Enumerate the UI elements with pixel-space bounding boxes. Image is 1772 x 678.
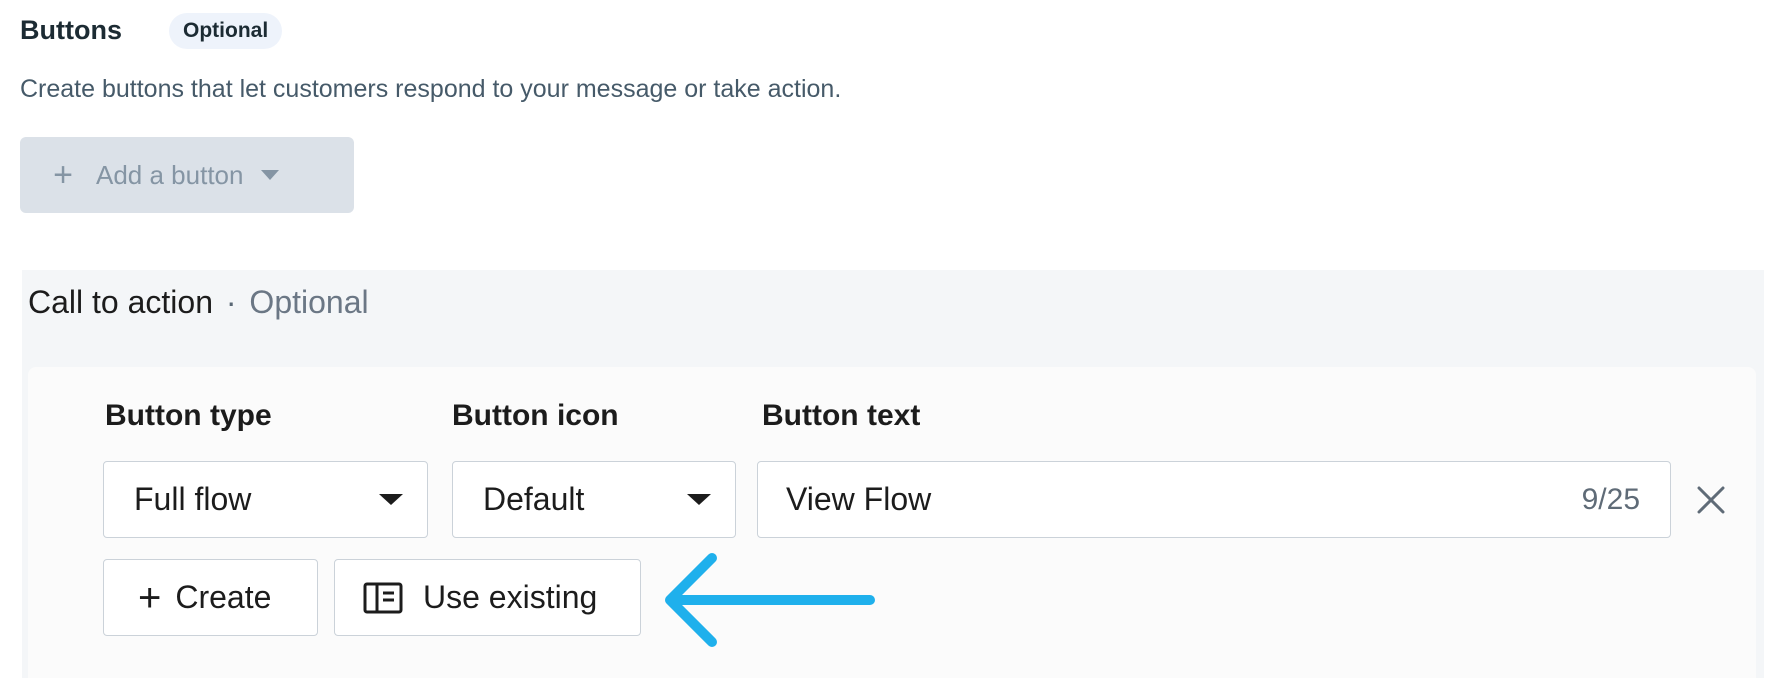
button-icon-select[interactable]: Default (452, 461, 736, 538)
use-existing-label: Use existing (423, 579, 598, 615)
button-icon-value: Default (483, 481, 585, 517)
create-flow-button[interactable]: + Create (103, 559, 318, 636)
close-icon[interactable] (1694, 483, 1728, 517)
caret-down-icon (687, 494, 711, 505)
section-title: Buttons (20, 15, 122, 45)
caret-down-icon (379, 494, 403, 505)
cta-title: Call to action (28, 284, 213, 320)
button-type-value: Full flow (134, 481, 252, 517)
button-text-label: Button text (762, 399, 921, 432)
plus-icon: + (53, 156, 73, 194)
use-existing-flow-button[interactable]: Use existing (334, 559, 641, 636)
arrow-left-icon (660, 548, 875, 653)
button-type-select[interactable]: Full flow (103, 461, 428, 538)
create-label: Create (175, 579, 272, 615)
plus-icon: + (138, 575, 162, 620)
call-to-action-heading: Call to action · Optional (28, 280, 369, 324)
character-counter: 9/25 (1581, 482, 1640, 516)
button-text-input[interactable]: View Flow 9/25 (757, 461, 1671, 538)
optional-badge: Optional (169, 13, 283, 49)
cta-separator: · (225, 284, 237, 320)
button-type-label: Button type (105, 399, 272, 432)
caret-down-icon (261, 170, 280, 180)
flow-doc-icon (363, 582, 403, 614)
cta-optional-label: Optional (249, 284, 369, 320)
button-icon-label: Button icon (452, 399, 619, 432)
section-description: Create buttons that let customers respon… (20, 75, 842, 103)
button-text-value: View Flow (786, 481, 932, 517)
add-a-button-dropdown[interactable]: + Add a button (20, 137, 354, 213)
add-button-label: Add a button (96, 159, 244, 190)
